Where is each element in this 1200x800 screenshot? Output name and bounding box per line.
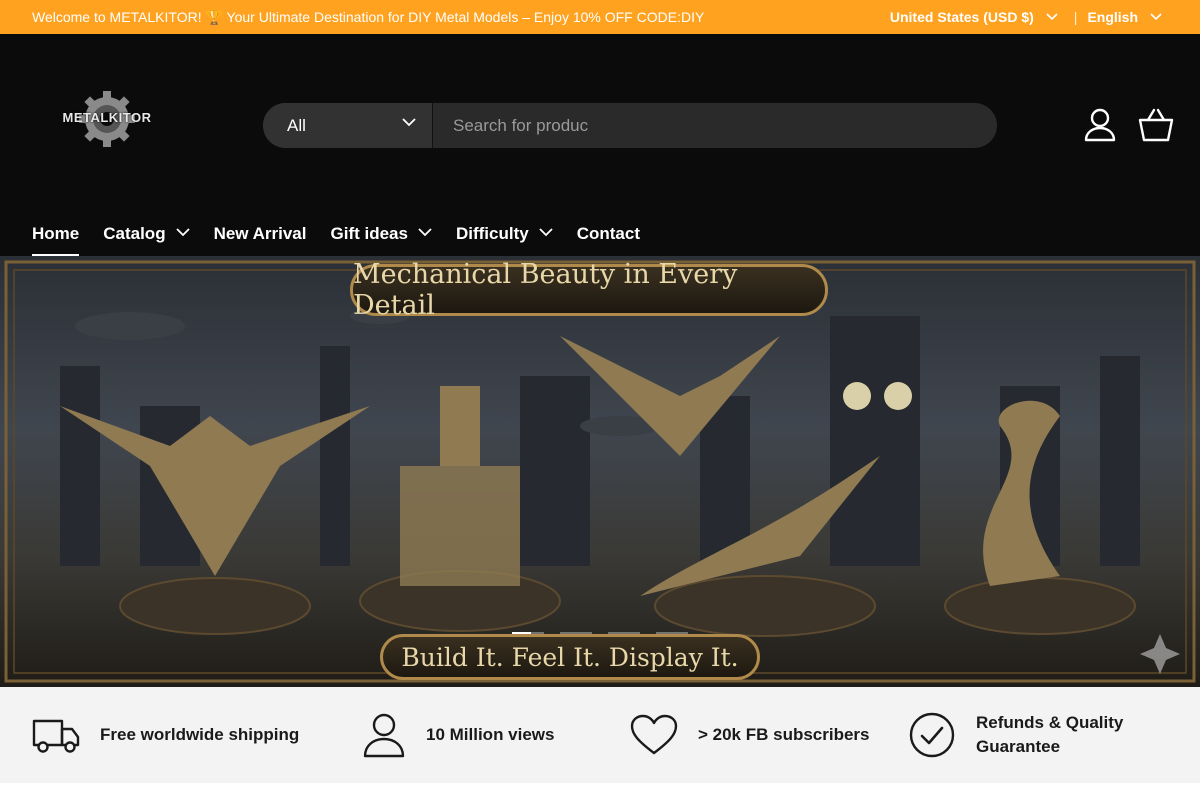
feature-guarantee: Refunds & Quality Guarantee bbox=[908, 687, 1146, 783]
search-category-select[interactable]: All bbox=[263, 103, 433, 148]
site-logo[interactable]: METALKITOR bbox=[62, 90, 152, 148]
cart-basket-icon[interactable] bbox=[1138, 108, 1174, 142]
search-category-label: All bbox=[287, 115, 306, 135]
chevron-down-icon bbox=[418, 228, 432, 237]
feature-text: 10 Million views bbox=[426, 725, 555, 744]
nav-item-home[interactable]: Home bbox=[32, 224, 80, 256]
feature-subscribers: > 20k FB subscribers bbox=[630, 687, 870, 783]
nav-item-label: Difficulty bbox=[455, 224, 529, 243]
language-selector[interactable]: English bbox=[1087, 9, 1168, 25]
site-header: METALKITOR All Home Catalog New Arrival … bbox=[0, 34, 1200, 256]
nav-item-label: Gift ideas bbox=[330, 224, 408, 243]
truck-icon bbox=[32, 719, 80, 753]
person-icon bbox=[363, 713, 405, 758]
check-circle-icon bbox=[909, 712, 955, 758]
nav-item-label: Catalog bbox=[103, 224, 166, 243]
feature-text: Refunds & Quality Guarantee bbox=[976, 713, 1124, 756]
nav-item-label: Contact bbox=[576, 224, 640, 243]
language-label: English bbox=[1087, 9, 1138, 25]
hero-title: Mechanical Beauty in Every Detail bbox=[350, 259, 828, 321]
feature-shipping: Free worldwide shipping bbox=[32, 687, 299, 783]
chevron-down-icon bbox=[1046, 13, 1058, 21]
nav-item-gift-ideas[interactable]: Gift ideas bbox=[331, 224, 432, 256]
account-icon[interactable] bbox=[1084, 108, 1116, 142]
feature-text: Free worldwide shipping bbox=[100, 725, 300, 744]
hero-subtitle: Build It. Feel It. Display It. bbox=[380, 634, 760, 680]
announcement-bar: Welcome to METALKITOR! 🏆 Your Ultimate D… bbox=[0, 0, 1200, 34]
logo-text: METALKITOR bbox=[62, 110, 152, 125]
feature-text: > 20k FB subscribers bbox=[698, 725, 870, 744]
nav-item-catalog[interactable]: Catalog bbox=[103, 224, 190, 256]
search-bar: All bbox=[263, 103, 997, 148]
search-input[interactable] bbox=[433, 103, 997, 148]
chevron-down-icon bbox=[402, 118, 416, 127]
nav-item-label: New Arrival bbox=[213, 224, 307, 243]
hero-banner[interactable]: Mechanical Beauty in Every Detail Build … bbox=[0, 256, 1200, 687]
features-strip: Free worldwide shipping 10 Million views… bbox=[0, 687, 1200, 783]
nav-item-label: Home bbox=[32, 224, 80, 243]
country-label: United States (USD $) bbox=[889, 9, 1034, 25]
chevron-down-icon bbox=[539, 228, 553, 237]
selector-separator: | bbox=[1073, 9, 1078, 25]
chevron-down-icon bbox=[1150, 13, 1162, 21]
feature-views: 10 Million views bbox=[362, 687, 555, 783]
heart-icon bbox=[630, 714, 678, 755]
main-nav: Home Catalog New Arrival Gift ideas Diff… bbox=[32, 224, 664, 256]
nav-item-contact[interactable]: Contact bbox=[577, 224, 640, 256]
nav-item-new-arrival[interactable]: New Arrival bbox=[214, 224, 307, 256]
announcement-message: Welcome to METALKITOR! 🏆 Your Ultimate D… bbox=[32, 8, 705, 25]
nav-item-difficulty[interactable]: Difficulty bbox=[456, 224, 553, 256]
chevron-down-icon bbox=[175, 228, 190, 237]
country-selector[interactable]: United States (USD $) bbox=[890, 9, 1064, 25]
